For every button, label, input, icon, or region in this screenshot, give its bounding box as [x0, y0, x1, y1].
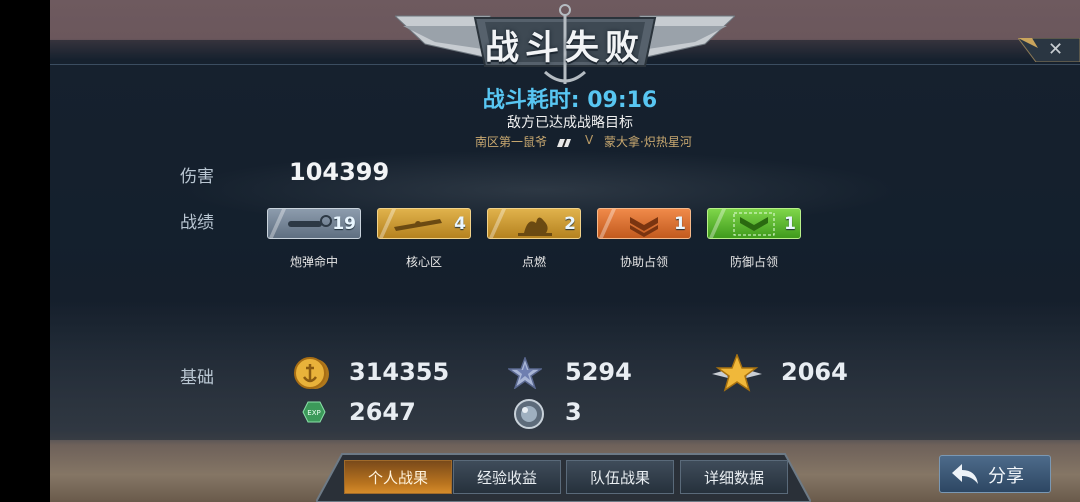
close-button[interactable]: ✕: [1017, 37, 1080, 63]
player-left-name: 南区第一鼠爷: [475, 135, 548, 149]
silver-star-value: 5294: [565, 358, 632, 386]
badge-label-ignite: 点燃: [521, 255, 546, 269]
close-icon: ✕: [1048, 39, 1064, 60]
badge-count: 1: [784, 214, 796, 234]
exp-value: 2647: [349, 398, 416, 426]
silver-orb-icon: [513, 398, 545, 434]
damage-value: 104399: [289, 158, 390, 186]
badge-label-assist-capture: 协助占领: [619, 255, 668, 269]
badge-ignite[interactable]: 2: [487, 208, 581, 239]
share-button[interactable]: 分享: [939, 455, 1051, 493]
share-arrow-icon: [952, 464, 978, 484]
flag-icon: [557, 136, 571, 147]
battle-duration: 战斗耗时: 09:16: [482, 88, 658, 113]
tab-detailed-data[interactable]: 详细数据: [680, 460, 788, 494]
badge-defend-capture[interactable]: 1: [707, 208, 801, 239]
badge-label-core-zone: 核心区: [405, 255, 442, 269]
gold-coin-value: 314355: [349, 358, 450, 386]
versus-label: V: [585, 133, 594, 147]
badge-assist-capture[interactable]: 1: [597, 208, 691, 239]
svg-text:EXP: EXP: [307, 409, 320, 417]
badge-label-defend-capture: 防御占领: [729, 255, 778, 269]
badge-core-zone[interactable]: 4: [377, 208, 471, 239]
silver-star-icon: [506, 355, 544, 393]
player-right-name: 蒙大拿·炽热星河: [604, 135, 692, 149]
winged-gold-star-value: 2064: [781, 358, 848, 386]
winged-gold-star-icon: [712, 352, 762, 396]
base-label: 基础: [180, 368, 214, 388]
badge-count: 1: [674, 214, 686, 234]
badge-count: 2: [564, 214, 576, 234]
exp-hex-icon: EXP: [302, 401, 326, 427]
gold-anchor-coin-icon: [293, 355, 331, 395]
tab-team-result[interactable]: 队伍战果: [566, 460, 674, 494]
tab-personal-result[interactable]: 个人战果: [344, 460, 452, 494]
badge-count: 4: [454, 214, 466, 234]
result-reason: 敌方已达成战略目标: [507, 115, 633, 131]
badge-shell-hit[interactable]: 19: [267, 208, 361, 239]
left-black-bar: [0, 0, 50, 502]
orb-value: 3: [565, 398, 582, 426]
damage-label: 伤害: [180, 167, 214, 187]
tab-exp-income[interactable]: 经验收益: [453, 460, 561, 494]
record-label: 战绩: [180, 213, 214, 233]
badge-count: 19: [332, 214, 356, 234]
share-label: 分享: [988, 466, 1024, 487]
badge-label-shell-hit: 炮弹命中: [289, 255, 338, 269]
page-title: 战斗失败: [485, 28, 645, 68]
